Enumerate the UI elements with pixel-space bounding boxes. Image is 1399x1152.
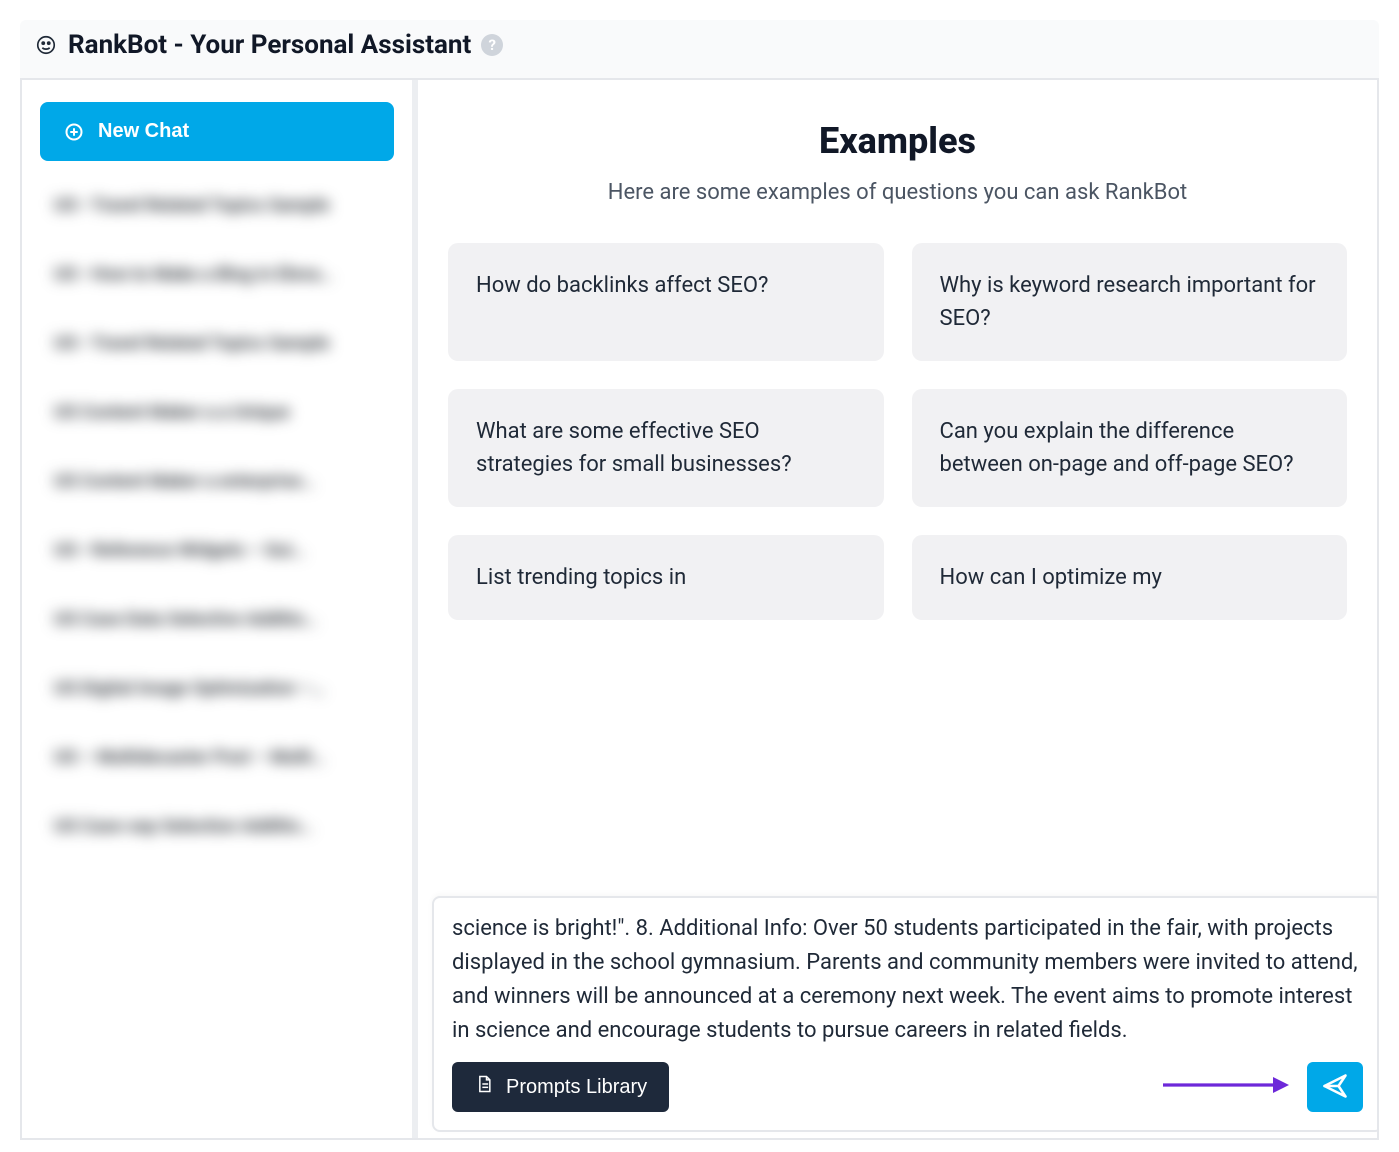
example-prompt-card[interactable]: List trending topics in [448,535,884,620]
send-button[interactable] [1307,1062,1363,1112]
composer-input[interactable]: science is bright!". 8. Additional Info:… [452,912,1363,1048]
chat-history-item[interactable]: US • Travel Related Topics Sample [40,173,394,238]
plus-circle-icon [64,122,84,142]
example-prompt-card[interactable]: Why is keyword research important for SE… [912,243,1348,361]
send-icon [1321,1072,1349,1103]
page-title: RankBot - Your Personal Assistant [68,30,471,60]
prompts-library-label: Prompts Library [506,1076,647,1099]
example-prompt-card[interactable]: What are some effective SEO strategies f… [448,389,884,507]
document-icon [474,1074,494,1100]
example-prompt-card[interactable]: How do backlinks affect SEO? [448,243,884,361]
examples-heading: Examples [442,120,1353,162]
chat-history-item[interactable]: US • Travel Related Topics Sample [40,311,394,376]
chat-history-item[interactable]: US Case-sep Selection Additio… [40,794,394,859]
sidebar: New Chat US • Travel Related Topics Samp… [22,80,418,1138]
new-chat-button[interactable]: New Chat [40,102,394,161]
chat-history-item[interactable]: US • How to Make a Blog in Eleva… [40,242,394,307]
message-composer: science is bright!". 8. Additional Info:… [432,896,1377,1132]
help-icon[interactable]: ? [481,34,503,56]
prompts-library-button[interactable]: Prompts Library [452,1062,669,1112]
annotation-arrow-icon [1161,1071,1291,1103]
chat-history-list: US • Travel Related Topics Sample US • H… [40,173,394,859]
chat-history-item[interactable]: US Content Maker a a Unique [40,380,394,445]
chat-history-item[interactable]: US • Reference Widgets – Gui… [40,518,394,583]
examples-subheading: Here are some examples of questions you … [442,180,1353,205]
main-panel: Examples Here are some examples of quest… [418,80,1377,1138]
rankbot-logo-icon [34,33,58,57]
new-chat-label: New Chat [98,120,189,143]
chat-history-item[interactable]: US – Multidecaster Post – Multi… [40,725,394,790]
app-header: RankBot - Your Personal Assistant ? [20,20,1379,80]
chat-history-item[interactable]: US Content Maker a enterprise… [40,449,394,514]
chat-history-item[interactable]: US Digital Image Optimization –… [40,656,394,721]
example-prompt-grid: How do backlinks affect SEO? Why is keyw… [442,243,1353,620]
chat-history-item[interactable]: US Case Data Selective Additio… [40,587,394,652]
example-prompt-card[interactable]: Can you explain the difference between o… [912,389,1348,507]
example-prompt-card[interactable]: How can I optimize my [912,535,1348,620]
